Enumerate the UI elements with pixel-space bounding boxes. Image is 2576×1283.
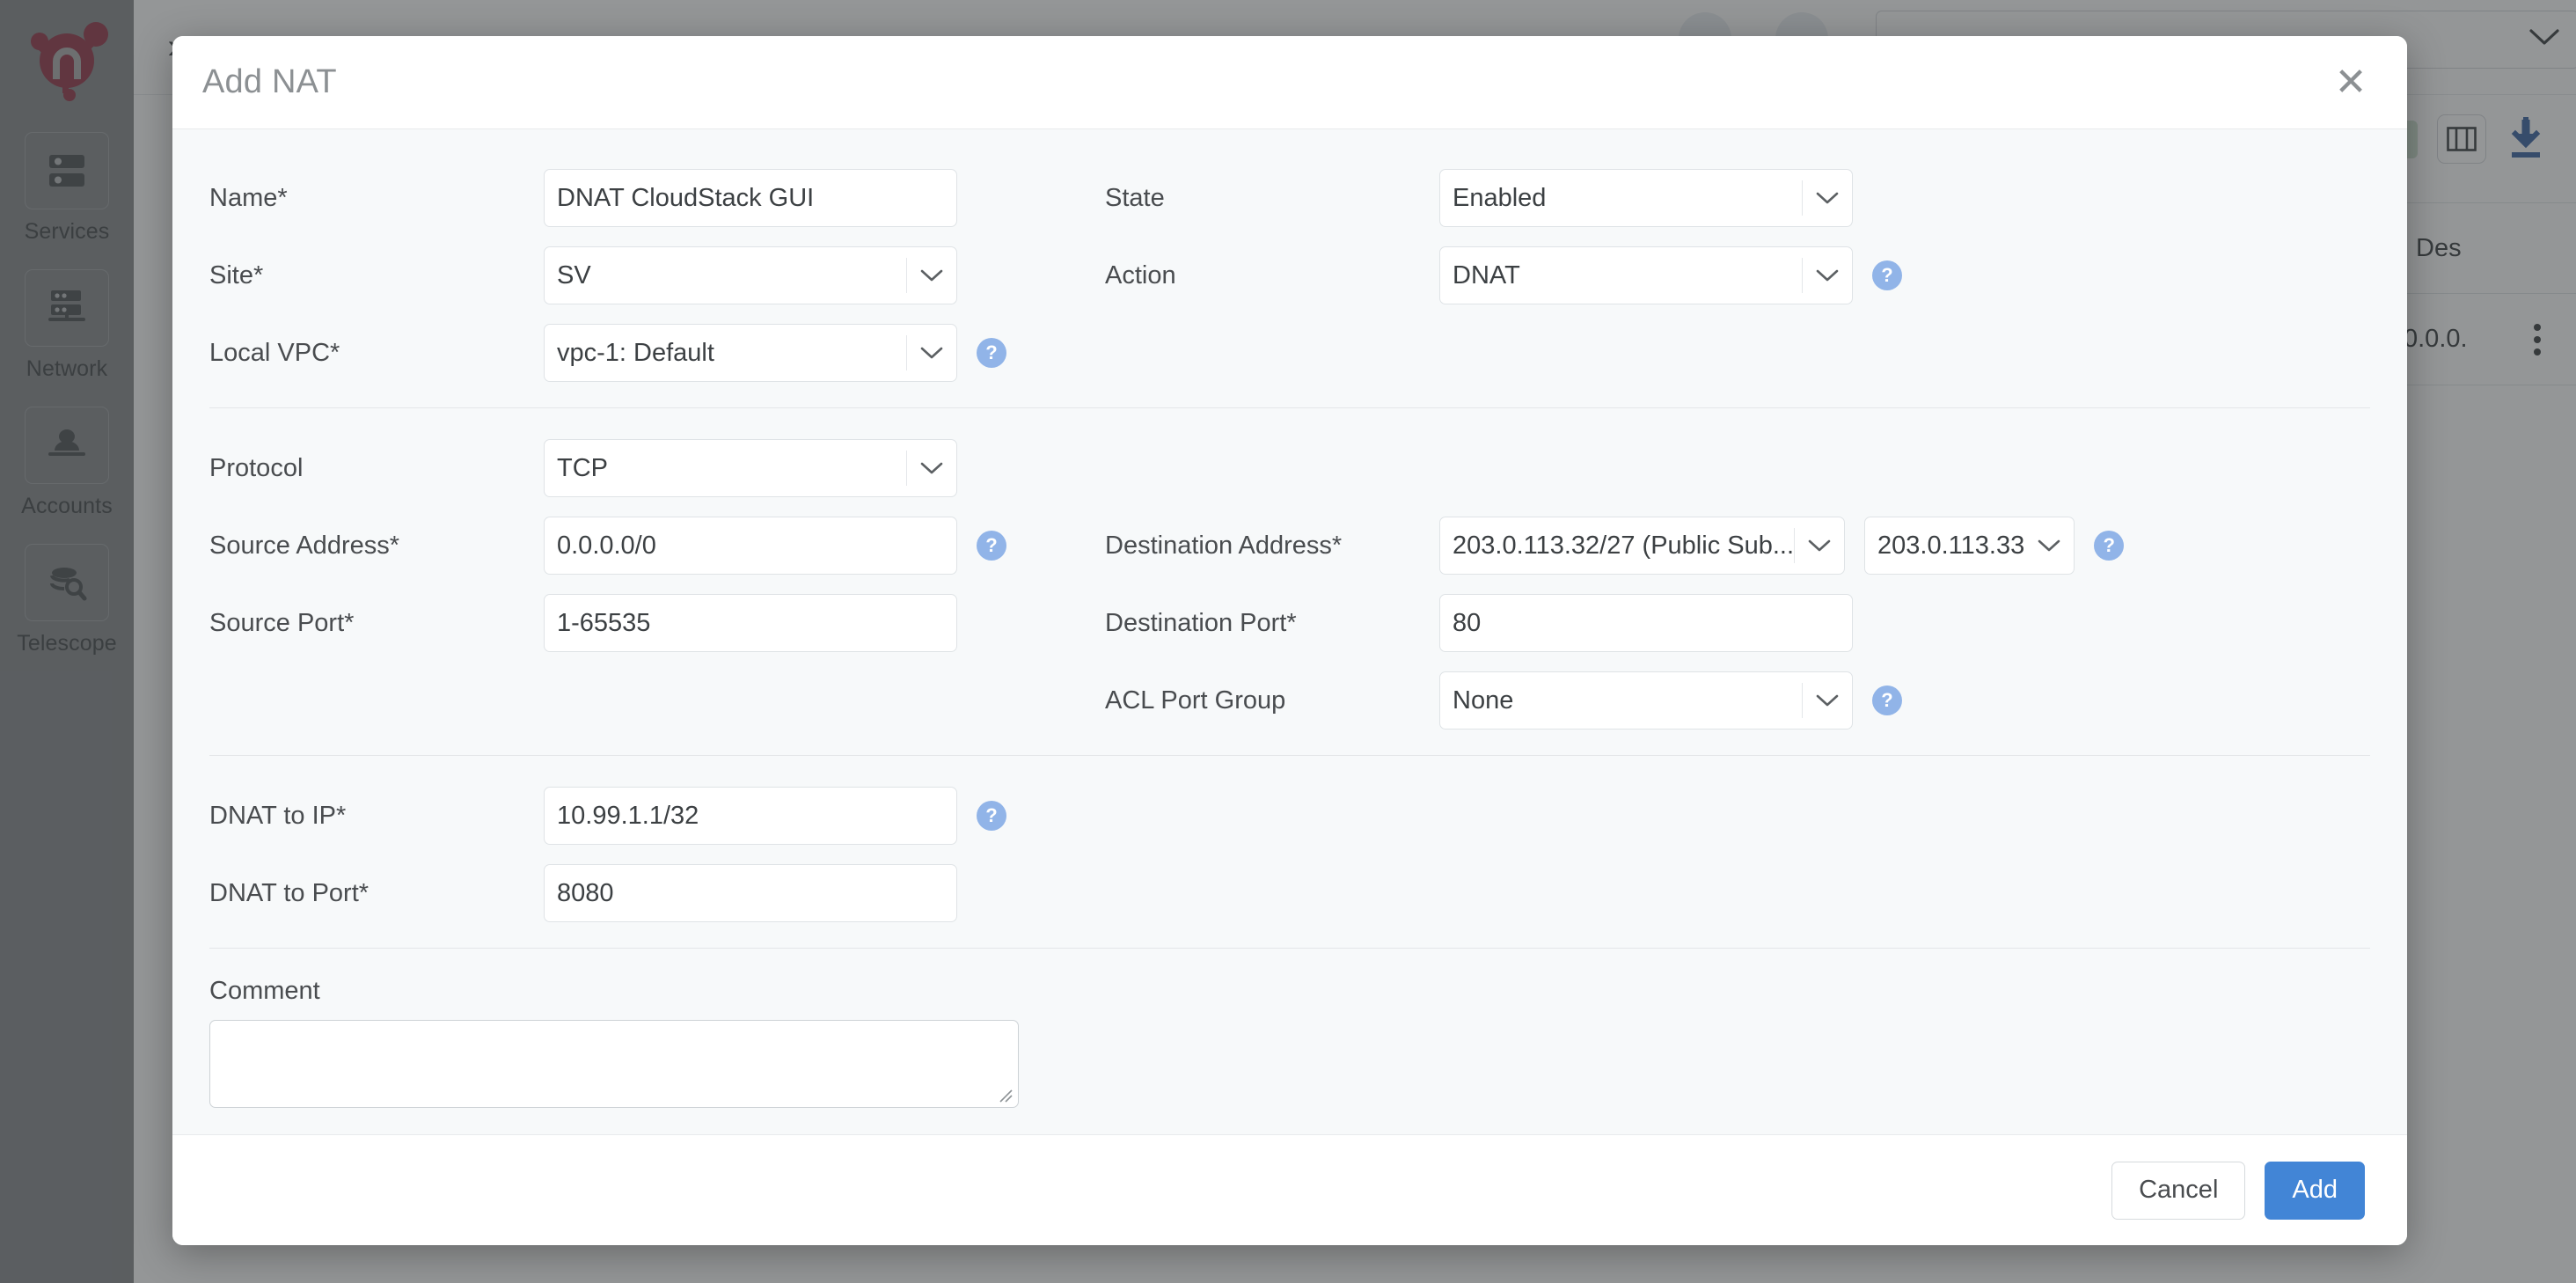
name-input[interactable]: DNAT CloudStack GUI bbox=[544, 169, 957, 227]
action-select[interactable]: DNAT bbox=[1439, 246, 1853, 304]
help-icon-local-vpc[interactable]: ? bbox=[977, 338, 1006, 368]
help-icon-destination-address[interactable]: ? bbox=[2094, 531, 2124, 561]
acl-port-group-select[interactable]: None bbox=[1439, 671, 1853, 729]
field-label-name: Name* bbox=[209, 184, 544, 213]
cancel-button[interactable]: Cancel bbox=[2111, 1162, 2245, 1220]
chevron-down-icon bbox=[1803, 247, 1852, 304]
source-address-value: 0.0.0.0/0 bbox=[557, 532, 656, 561]
chevron-down-icon bbox=[1803, 672, 1852, 729]
form-row: Site* SV Action DNAT bbox=[209, 237, 2370, 314]
section-divider bbox=[209, 948, 2370, 949]
help-icon-action[interactable]: ? bbox=[1872, 260, 1902, 290]
form-section-dnat-target: DNAT to IP* 10.99.1.1/32 ? DNAT to Port*… bbox=[172, 777, 2407, 939]
help-icon-acl-port-group[interactable]: ? bbox=[1872, 685, 1902, 715]
field-label-site: Site* bbox=[209, 261, 544, 290]
source-address-input[interactable]: 0.0.0.0/0 bbox=[544, 517, 957, 575]
section-divider bbox=[209, 407, 2370, 408]
dnat-to-port-value: 8080 bbox=[557, 879, 614, 908]
source-port-input[interactable]: 1-65535 bbox=[544, 594, 957, 652]
help-icon-source-address[interactable]: ? bbox=[977, 531, 1006, 561]
action-select-value: DNAT bbox=[1453, 261, 1520, 290]
form-section-identity: Name* DNAT CloudStack GUI State Enabled bbox=[172, 159, 2407, 399]
chevron-down-icon bbox=[1803, 170, 1852, 226]
form-row: Protocol TCP bbox=[209, 429, 2370, 507]
form-row: DNAT to Port* 8080 bbox=[209, 854, 2370, 932]
section-divider bbox=[209, 755, 2370, 756]
name-input-value: DNAT CloudStack GUI bbox=[557, 184, 814, 213]
comment-block: Comment bbox=[172, 970, 2407, 1108]
field-label-local-vpc: Local VPC* bbox=[209, 339, 544, 368]
local-vpc-select[interactable]: vpc-1: Default bbox=[544, 324, 957, 382]
field-label-destination-port: Destination Port* bbox=[1105, 609, 1439, 638]
destination-ip-select[interactable]: 203.0.113.33 bbox=[1864, 517, 2075, 575]
state-select-value: Enabled bbox=[1453, 184, 1546, 213]
destination-ip-value: 203.0.113.33 bbox=[1877, 532, 2024, 561]
field-label-action: Action bbox=[1105, 261, 1439, 290]
form-row: Source Port* 1-65535 Destination Port* 8… bbox=[209, 584, 2370, 662]
form-row: Name* DNAT CloudStack GUI State Enabled bbox=[209, 159, 2370, 237]
acl-port-group-value: None bbox=[1453, 686, 1513, 715]
field-label-destination-address: Destination Address* bbox=[1105, 532, 1439, 561]
chevron-down-icon bbox=[907, 325, 956, 381]
site-select-value: SV bbox=[557, 261, 591, 290]
field-label-dnat-to-port: DNAT to Port* bbox=[209, 879, 544, 908]
form-section-match: Protocol TCP Source A bbox=[172, 429, 2407, 746]
protocol-select-value: TCP bbox=[557, 454, 608, 483]
destination-subnet-select[interactable]: 203.0.113.32/27 (Public Sub... bbox=[1439, 517, 1845, 575]
field-label-comment: Comment bbox=[209, 977, 2370, 1006]
close-icon[interactable]: ✕ bbox=[2324, 56, 2377, 109]
destination-subnet-value: 203.0.113.32/27 (Public Sub... bbox=[1453, 532, 1794, 561]
chevron-down-icon bbox=[1795, 517, 1844, 574]
destination-port-value: 80 bbox=[1453, 609, 1481, 638]
field-label-acl-port-group: ACL Port Group bbox=[1105, 686, 1439, 715]
form-row: ACL Port Group None ? bbox=[209, 662, 2370, 739]
dialog-header: Add NAT ✕ bbox=[172, 36, 2407, 129]
chevron-down-icon bbox=[907, 440, 956, 496]
add-nat-dialog: Add NAT ✕ Name* DNAT CloudStack GUI Stat… bbox=[172, 36, 2407, 1245]
state-select[interactable]: Enabled bbox=[1439, 169, 1853, 227]
field-label-protocol: Protocol bbox=[209, 454, 544, 483]
field-label-dnat-to-ip: DNAT to IP* bbox=[209, 802, 544, 831]
dialog-title: Add NAT bbox=[202, 63, 337, 101]
chevron-down-icon bbox=[907, 247, 956, 304]
form-row: Source Address* 0.0.0.0/0 ? Destination … bbox=[209, 507, 2370, 584]
help-icon-dnat-to-ip[interactable]: ? bbox=[977, 801, 1006, 831]
field-label-source-port: Source Port* bbox=[209, 609, 544, 638]
protocol-select[interactable]: TCP bbox=[544, 439, 957, 497]
resize-grip-icon[interactable] bbox=[998, 1088, 1014, 1103]
dnat-to-ip-input[interactable]: 10.99.1.1/32 bbox=[544, 787, 957, 845]
dnat-to-ip-value: 10.99.1.1/32 bbox=[557, 802, 699, 831]
destination-port-input[interactable]: 80 bbox=[1439, 594, 1853, 652]
dialog-body: Name* DNAT CloudStack GUI State Enabled bbox=[172, 129, 2407, 1134]
field-label-source-address: Source Address* bbox=[209, 532, 544, 561]
local-vpc-select-value: vpc-1: Default bbox=[557, 339, 714, 368]
source-port-value: 1-65535 bbox=[557, 609, 650, 638]
site-select[interactable]: SV bbox=[544, 246, 957, 304]
form-row: Local VPC* vpc-1: Default ? bbox=[209, 314, 2370, 392]
add-button[interactable]: Add bbox=[2265, 1162, 2365, 1220]
chevron-down-icon bbox=[2024, 517, 2074, 574]
dialog-footer: Cancel Add bbox=[172, 1134, 2407, 1245]
comment-textarea[interactable] bbox=[209, 1020, 1019, 1108]
field-label-state: State bbox=[1105, 184, 1439, 213]
dnat-to-port-input[interactable]: 8080 bbox=[544, 864, 957, 922]
form-row: DNAT to IP* 10.99.1.1/32 ? bbox=[209, 777, 2370, 854]
